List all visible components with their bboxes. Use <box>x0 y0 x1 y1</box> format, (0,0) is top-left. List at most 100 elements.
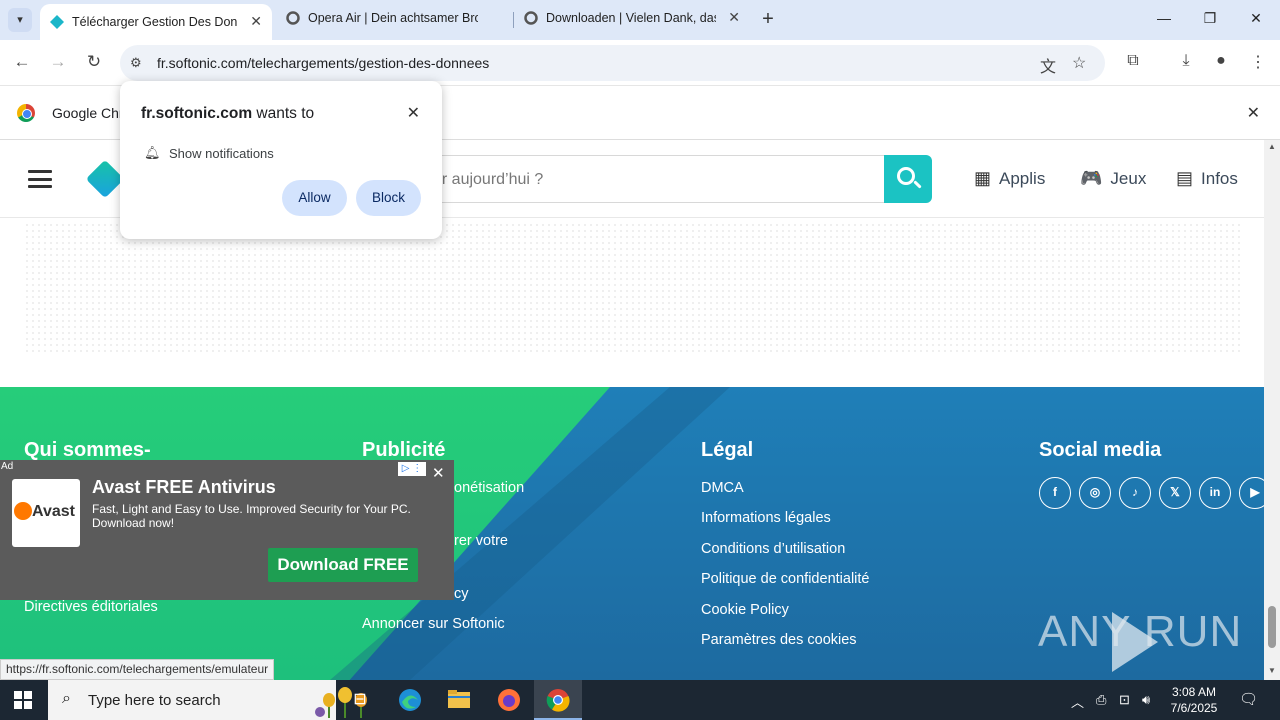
site-search-input[interactable]: ver aujourd’hui ? <box>425 155 884 203</box>
ad-download-button[interactable]: Download FREE <box>268 548 418 582</box>
facebook-icon[interactable]: f <box>1039 477 1071 509</box>
tab-search-button[interactable]: ▾ <box>8 8 32 32</box>
adchoices-icon[interactable]: ▷ ⋮ <box>398 462 426 476</box>
nav-applis[interactable]: ▦ Applis <box>974 168 1045 189</box>
tab-title: Opera Air | Dein achtsamer Bro <box>308 11 478 25</box>
bookmark-star-icon[interactable]: ☆ <box>1072 53 1086 73</box>
taskbar-search-box[interactable]: ⌕ Type here to search <box>48 680 367 720</box>
restore-icon[interactable]: ❐ <box>1200 10 1220 27</box>
reload-icon[interactable]: ↻ <box>83 52 105 72</box>
gamepad-icon: 🎮 <box>1080 168 1103 188</box>
permission-heading: fr.softonic.com wants to <box>141 105 315 122</box>
file-explorer-icon[interactable] <box>447 688 471 712</box>
nav-jeux[interactable]: 🎮 Jeux <box>1080 168 1146 189</box>
tab-title: Downloaden | Vielen Dank, das <box>546 11 716 25</box>
footer-link[interactable]: Conditions d’utilisation <box>701 541 845 557</box>
close-window-icon[interactable]: ✕ <box>1246 10 1266 27</box>
search-icon <box>897 167 915 185</box>
footer-heading-legal: Légal <box>701 439 754 461</box>
footer-link[interactable]: onétisation <box>454 480 524 496</box>
ad-close-icon[interactable]: ✕ <box>432 464 445 482</box>
network-icon[interactable]: ⊡ <box>1119 692 1130 708</box>
permission-option: Show notifications <box>169 146 274 161</box>
chrome-icon[interactable] <box>546 688 570 712</box>
taskbar-clock[interactable]: 3:08 AM 7/6/2025 <box>1166 684 1222 716</box>
footer-link[interactable]: Politique de confidentialité <box>701 571 869 587</box>
status-url-bubble: https://fr.softonic.com/telechargements/… <box>0 659 275 680</box>
tab-close-icon[interactable]: ✕ <box>250 13 262 30</box>
profile-icon[interactable]: ● <box>1210 52 1232 70</box>
minimize-icon[interactable]: — <box>1154 10 1174 26</box>
address-bar[interactable]: ⚙ fr.softonic.com/telechargements/gestio… <box>120 45 1105 81</box>
tray-device-icon[interactable]: ⎙ <box>1096 692 1106 708</box>
site-search-button[interactable] <box>884 155 932 203</box>
url-text[interactable]: fr.softonic.com/telechargements/gestion-… <box>157 55 489 71</box>
translate-icon[interactable]: 文 <box>1040 53 1056 77</box>
firefox-icon[interactable] <box>497 688 521 712</box>
tab-downloaden[interactable]: Downloaden | Vielen Dank, das ✕ <box>514 0 750 40</box>
block-button[interactable]: Block <box>356 180 421 216</box>
downloads-icon[interactable]: ⤓ <box>1175 52 1197 70</box>
back-icon[interactable]: ← <box>11 52 33 72</box>
footer-link[interactable]: cy <box>454 586 469 602</box>
footer-heading-social: Social media <box>1039 439 1162 461</box>
task-view-icon[interactable]: ⊟ <box>348 688 372 712</box>
footer-link[interactable]: Informations légales <box>701 510 831 526</box>
tab-telecharger[interactable]: Télécharger Gestion Des Donné ✕ <box>40 4 272 40</box>
footer-link[interactable]: DMCA <box>701 480 744 496</box>
youtube-icon[interactable]: ▶ <box>1239 477 1264 509</box>
x-twitter-icon[interactable]: 𝕏 <box>1159 477 1191 509</box>
permission-close-icon[interactable]: ✕ <box>407 103 420 123</box>
new-tab-button[interactable]: + <box>758 8 778 30</box>
avast-ad-banner[interactable]: Ad ▷ ⋮ ✕ Avast Avast FREE Antivirus Fast… <box>0 460 454 600</box>
ad-title[interactable]: Avast FREE Antivirus <box>92 477 276 498</box>
tiktok-icon[interactable]: ♪ <box>1119 477 1151 509</box>
instagram-icon[interactable]: ◎ <box>1079 477 1111 509</box>
bell-icon: 🔔︎ <box>144 145 161 160</box>
taskbar-search-placeholder: Type here to search <box>88 692 221 709</box>
notification-permission-dialog: fr.softonic.com wants to ✕ 🔔︎ Show notif… <box>120 81 442 239</box>
tab-opera-air[interactable]: Opera Air | Dein achtsamer Bro <box>276 0 512 40</box>
softonic-favicon-icon <box>50 15 64 29</box>
notifications-icon[interactable]: 🗨︎ <box>1239 690 1258 708</box>
scroll-up-icon[interactable]: ▲ <box>1268 142 1276 151</box>
windows-start-icon[interactable] <box>14 691 32 709</box>
scrollbar-thumb[interactable] <box>1268 606 1276 648</box>
search-placeholder: ver aujourd’hui ? <box>425 171 544 188</box>
footer-link[interactable]: Directives éditoriales <box>24 599 158 615</box>
linkedin-icon[interactable]: in <box>1199 477 1231 509</box>
tray-chevron-icon[interactable]: ︿ <box>1071 692 1084 711</box>
menu-icon[interactable]: ⋮ <box>1247 52 1269 72</box>
scroll-down-icon[interactable]: ▼ <box>1268 666 1276 675</box>
anyrun-watermark: ANY RUN <box>1038 607 1243 656</box>
opera-favicon-icon <box>524 11 538 25</box>
tab-strip: ▾ Télécharger Gestion Des Donné ✕ Opera … <box>0 0 1280 40</box>
site-info-icon[interactable]: ⚙ <box>130 55 142 71</box>
ad-label: Ad <box>1 461 14 472</box>
extensions-icon[interactable]: ⧉ <box>1122 52 1144 70</box>
chrome-logo-icon <box>17 104 35 122</box>
edge-icon[interactable] <box>398 688 422 712</box>
article-icon: ▤ <box>1176 168 1194 188</box>
infobar-close-icon[interactable]: ✕ <box>1247 103 1260 123</box>
footer-heading-about: Qui sommes- <box>24 439 151 461</box>
ad-description: Fast, Light and Easy to Use. Improved Se… <box>92 502 411 530</box>
allow-button[interactable]: Allow <box>282 180 347 216</box>
hamburger-menu-icon[interactable] <box>28 170 52 188</box>
softonic-logo[interactable] <box>85 159 125 199</box>
tab-title: Télécharger Gestion Des Donné <box>72 15 237 29</box>
footer-link[interactable]: Paramètres des cookies <box>701 632 857 648</box>
windows-taskbar: ⌕ Type here to search ⊟ ︿ ⎙ ⊡ 🔊︎ 3:08 AM… <box>0 680 1280 720</box>
nav-infos[interactable]: ▤ Infos <box>1176 168 1238 189</box>
search-icon: ⌕ <box>62 690 71 707</box>
apps-grid-icon: ▦ <box>974 168 992 188</box>
page-scrollbar[interactable]: ▲ ▼ <box>1264 140 1280 680</box>
footer-link[interactable]: Annoncer sur Softonic <box>362 616 505 632</box>
footer-link[interactable]: rer votre <box>454 533 508 549</box>
opera-favicon-icon <box>286 11 300 25</box>
tab-close-icon[interactable]: ✕ <box>728 9 740 26</box>
browser-toolbar: ← → ↻ ⚙ fr.softonic.com/telechargements/… <box>0 40 1280 86</box>
volume-icon[interactable]: 🔊︎ <box>1142 692 1150 708</box>
forward-icon[interactable]: → <box>47 52 69 72</box>
footer-link[interactable]: Cookie Policy <box>701 602 789 618</box>
